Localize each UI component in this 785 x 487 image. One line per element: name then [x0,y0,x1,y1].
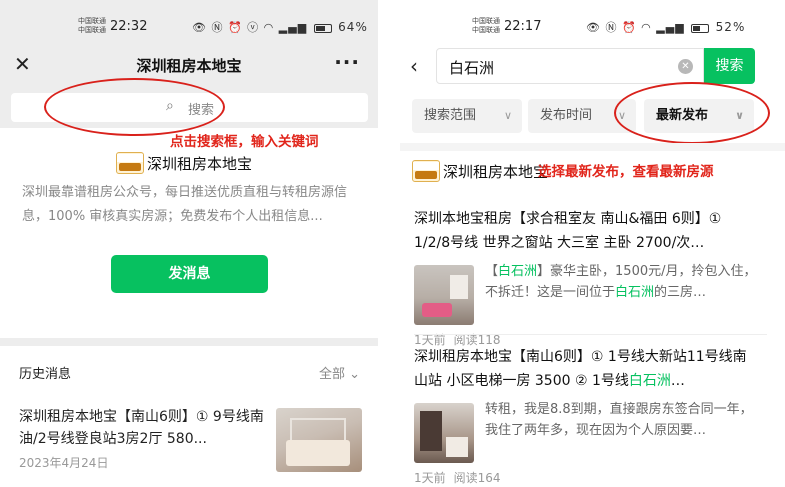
carrier-2: 中国联通 [78,26,106,34]
result-divider [414,334,767,335]
history-filter[interactable]: 全部 ⌄ [319,363,360,382]
status-icons: 👁 Ⓝ ⏰ ◠ ▂▄▆ 52% [586,19,745,35]
status-bar: 中国联通 中国联通 22:32 👁 Ⓝ ⏰ ⓥ ◠ ▂▄▆ 64% [0,12,378,42]
history-section: 历史消息 全部 ⌄ 深圳租房本地宝【南山6则】① 9号线南油/2号线登良站3房2… [0,338,378,487]
page-title: 深圳租房本地宝 [136,57,242,75]
history-title: 历史消息 [19,367,72,382]
account-logo [412,160,440,182]
divider-gap [378,0,400,487]
status-time: 22:17 [504,19,542,34]
account-description: 深圳最靠谱租房公众号，每日推送优质直租与转租房源信息，100% 审核真实房源；免… [22,185,348,224]
status-time: 22:32 [110,19,148,34]
result-thumbnail [414,265,474,325]
eye-icon: 👁 [192,21,207,34]
status-bar: 中国联通 中国联通 22:17 👁 Ⓝ ⏰ ◠ ▂▄▆ 52% [400,12,785,42]
title-part: … [670,373,685,389]
history-filter-label: 全部 [318,367,345,382]
result-body: 转租，我是8.8到期，直接跟房东签合同一年，我住了两年多，现在因为个人原因要… [414,399,756,463]
account-name: 深圳租房本地宝 [443,162,549,181]
battery-percent: 64% [338,20,368,34]
result-body: 【白石洲】豪华主卧，1500元/月，拎包入住，不拆迁！这是一间位于白石洲的三房… [414,261,757,325]
history-item-date: 2023年4月24日 [19,456,109,470]
search-value: 白石洲 [449,59,495,77]
result-snippet: 转租，我是8.8到期，直接跟房东签合同一年，我住了两年多，现在因为个人原因要… [485,402,753,438]
chevron-down-icon: ⌄ [349,367,360,382]
account-name: 深圳租房本地宝 [147,154,253,173]
keyword-highlight: 白石洲 [628,373,671,389]
result-title: 深圳租房本地宝【南山6则】① 1号线大新站11号线南山站 小区电梯一房 3500… [414,345,756,393]
nav-bar: ✕ 深圳租房本地宝 ··· [0,46,378,86]
signal-icon: ▂▄▆ [278,21,308,34]
filter-label: 搜索范围 [424,108,477,123]
mute-icon: ⓥ [247,21,260,34]
carrier-1: 中国联通 [78,17,106,25]
battery-icon [313,23,332,33]
alarm-icon: ⏰ [227,21,243,34]
more-icon[interactable]: ··· [334,50,360,74]
battery-icon [691,23,710,33]
title-part: 深圳租房本地宝【南山6则】① 1号线大新站11号线南山站 小区电梯一房 3500… [414,349,747,389]
right-screenshot: 中国联通 中国联通 22:17 👁 Ⓝ ⏰ ◠ ▂▄▆ 52% ‹ 白石洲 ✕ … [400,0,785,487]
back-arrow-icon[interactable]: ‹ [410,54,418,78]
annotation-left: 点击搜索框，输入关键词 [170,134,319,150]
annotation-ellipse-search [44,78,225,136]
account-logo [116,152,144,174]
keyword-highlight: 白石洲 [615,285,655,300]
wifi-icon: ◠ [263,21,275,34]
result-item[interactable]: 深圳租房本地宝【南山6则】① 1号线大新站11号线南山站 小区电梯一房 3500… [414,345,756,486]
carrier-1: 中国联通 [472,17,500,25]
annotation-right: 选择最新发布，查看最新房源 [538,164,714,180]
battery-percent: 52% [715,20,746,34]
account-profile[interactable]: 深圳租房本地宝 [412,160,548,182]
carrier-2: 中国联通 [472,26,500,34]
history-item-thumbnail[interactable] [276,408,362,472]
signal-icon: ▂▄▆ [656,21,685,34]
carrier-label: 中国联通 中国联通 [78,17,106,35]
eye-icon: 👁 [586,21,601,34]
nfc-icon: Ⓝ [605,21,618,34]
result-snippet: 【白石洲】豪华主卧，1500元/月，拎包入住，不拆迁！这是一间位于白石洲的三房… [485,261,757,303]
clear-icon[interactable]: ✕ [678,59,693,74]
account-profile[interactable]: 深圳租房本地宝 [116,152,252,176]
filter-search-scope[interactable]: 搜索范围 ∨ [412,99,522,133]
chevron-down-icon: ∨ [503,109,512,122]
result-title: 深圳本地宝租房【求合租室友 南山&福田 6则】① 1/2/8号线 世界之窗站 大… [414,211,722,251]
result-reads: 阅读164 [453,471,501,485]
history-item-title[interactable]: 深圳租房本地宝【南山6则】① 9号线南油/2号线登良站3房2厅 580... [19,406,267,450]
keyword-highlight: 白石洲 [498,264,538,279]
nfc-icon: Ⓝ [211,21,224,34]
left-screenshot: 中国联通 中国联通 22:32 👁 Ⓝ ⏰ ⓥ ◠ ▂▄▆ 64% ✕ 深圳租房… [0,0,378,487]
result-item[interactable]: 深圳本地宝租房【求合租室友 南山&福田 6则】① 1/2/8号线 世界之窗站 大… [414,207,757,348]
result-time: 1天前 [414,471,446,485]
search-input[interactable]: 白石洲 ✕ [436,48,704,84]
section-divider [400,143,785,151]
snippet-part: 【 [485,264,499,279]
annotation-ellipse-latest [614,82,770,144]
carrier-label: 中国联通 中国联通 [472,17,500,35]
wifi-icon: ◠ [641,21,652,34]
search-button[interactable]: 搜索 [704,48,755,84]
snippet-part: 的三房… [654,285,707,300]
alarm-icon: ⏰ [621,21,637,34]
result-meta: 1天前 阅读164 [414,469,756,486]
result-thumbnail [414,403,474,463]
status-icons: 👁 Ⓝ ⏰ ⓥ ◠ ▂▄▆ 64% [192,19,368,35]
filter-label: 发布时间 [540,108,593,123]
send-message-button[interactable]: 发消息 [111,255,268,293]
